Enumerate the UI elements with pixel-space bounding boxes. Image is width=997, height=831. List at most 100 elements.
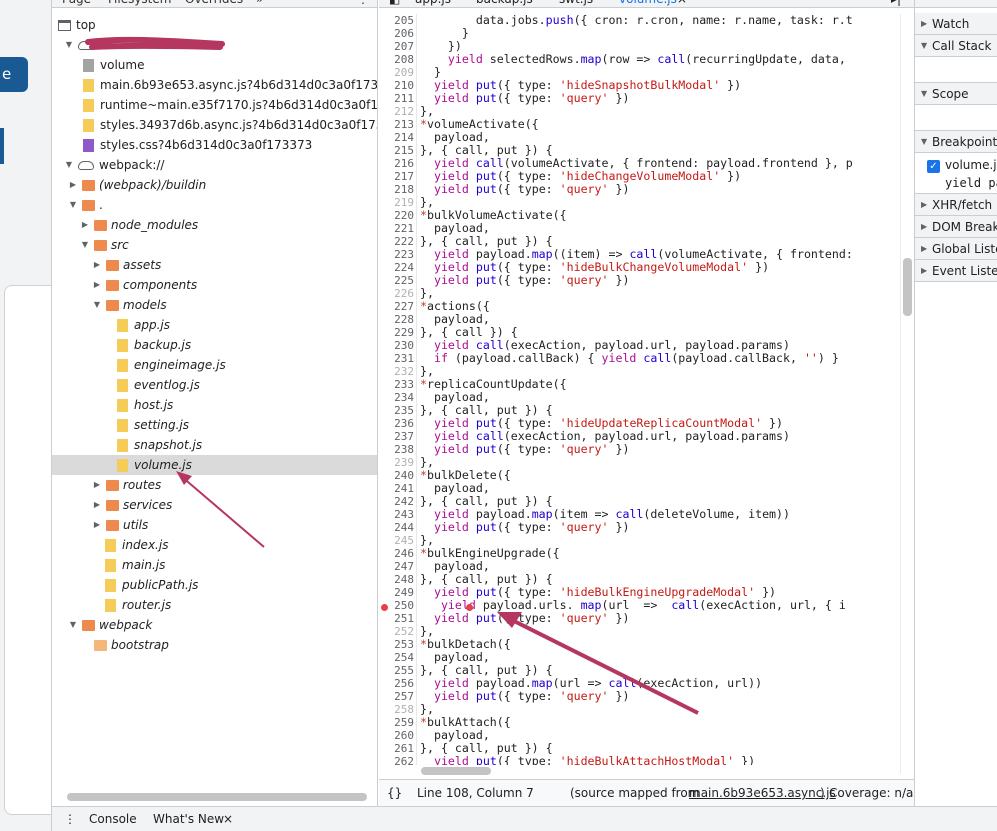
line-number[interactable]: 219 bbox=[379, 196, 414, 209]
code-line[interactable]: 244 yield put({ type: 'query' }) bbox=[379, 521, 914, 535]
tree-item[interactable]: ▶ components bbox=[52, 275, 377, 295]
tree-item[interactable]: ▼ models bbox=[52, 295, 377, 315]
section-event-listeners[interactable]: ▶Event Listen bbox=[915, 260, 997, 282]
tree-item[interactable]: router.js bbox=[52, 595, 377, 615]
line-number[interactable]: 213 bbox=[379, 118, 414, 131]
tab-filesystem[interactable]: Filesystem bbox=[108, 0, 171, 8]
line-number[interactable]: 248 bbox=[379, 573, 414, 586]
line-number[interactable]: 252 bbox=[379, 625, 414, 638]
line-number[interactable]: 257 bbox=[379, 690, 414, 703]
code-line[interactable]: 257 yield put({ type: 'query' }) bbox=[379, 690, 914, 704]
chevron-right-icon[interactable]: ▶ bbox=[80, 215, 90, 235]
chevron-down-icon[interactable]: ▼ bbox=[68, 195, 78, 215]
tree-item[interactable]: volume.js bbox=[52, 455, 377, 475]
line-number[interactable]: 251 bbox=[379, 612, 414, 625]
tree-item[interactable]: publicPath.js bbox=[52, 575, 377, 595]
line-number[interactable]: 234 bbox=[379, 391, 414, 404]
line-number[interactable]: 240 bbox=[379, 469, 414, 482]
line-number[interactable]: 244 bbox=[379, 521, 414, 534]
page-button[interactable]: e bbox=[0, 57, 28, 92]
line-number[interactable]: 217 bbox=[379, 170, 414, 183]
line-number[interactable]: 245 bbox=[379, 534, 414, 547]
code-line[interactable]: 251 yield put({ type: 'query' }) bbox=[379, 612, 914, 626]
code-line[interactable]: 262 yield put({ type: 'hideBulkAttachHos… bbox=[379, 755, 914, 766]
line-number[interactable]: 221 bbox=[379, 222, 414, 235]
line-number[interactable]: 218 bbox=[379, 183, 414, 196]
code-line[interactable]: 231 if (payload.callBack) { yield call(p… bbox=[379, 352, 914, 366]
line-number[interactable]: 226 bbox=[379, 287, 414, 300]
tree-item[interactable]: engineimage.js bbox=[52, 355, 377, 375]
chevron-right-icon[interactable]: ▶ bbox=[92, 475, 102, 495]
tree-item[interactable]: styles.34937d6b.async.js?4b6d314d0c3a0f1… bbox=[52, 115, 377, 135]
line-number[interactable]: 208 bbox=[379, 53, 414, 66]
line-number[interactable]: 222 bbox=[379, 235, 414, 248]
source-map-link[interactable]: main.6b93e653.async.js bbox=[689, 780, 836, 806]
tree-item[interactable]: ▶ assets bbox=[52, 255, 377, 275]
chevron-right-icon[interactable]: ▶ bbox=[92, 275, 102, 295]
tree-item[interactable]: index.js bbox=[52, 535, 377, 555]
breakpoint-checkbox[interactable]: ✓ bbox=[927, 160, 940, 173]
line-number[interactable]: 210 bbox=[379, 79, 414, 92]
line-number[interactable]: 215 bbox=[379, 144, 414, 157]
chevron-down-icon[interactable]: ▼ bbox=[80, 235, 90, 255]
line-number[interactable]: 262 bbox=[379, 755, 414, 765]
chevron-right-icon[interactable]: ▶ bbox=[92, 495, 102, 515]
line-number[interactable]: 261 bbox=[379, 742, 414, 755]
tree-item[interactable]: host.js bbox=[52, 395, 377, 415]
tree-item[interactable]: ▼ webpack bbox=[52, 615, 377, 635]
breakpoint-marker-icon[interactable] bbox=[381, 604, 388, 611]
line-number[interactable]: 207 bbox=[379, 40, 414, 53]
tree-item[interactable]: backup.js bbox=[52, 335, 377, 355]
tree-item[interactable]: bootstrap bbox=[52, 635, 377, 655]
line-number[interactable]: 254 bbox=[379, 651, 414, 664]
line-number[interactable]: 225 bbox=[379, 274, 414, 287]
tab-overrides[interactable]: Overrides bbox=[185, 0, 243, 8]
line-number[interactable]: 260 bbox=[379, 729, 414, 742]
tree-item[interactable]: main.js bbox=[52, 555, 377, 575]
tree-item[interactable]: top bbox=[52, 15, 377, 35]
line-number[interactable]: 229 bbox=[379, 326, 414, 339]
tree-item[interactable]: volume bbox=[52, 55, 377, 75]
line-number[interactable]: 236 bbox=[379, 417, 414, 430]
tree-item[interactable]: ▼ src bbox=[52, 235, 377, 255]
tree-item[interactable]: ▶ routes bbox=[52, 475, 377, 495]
code-line[interactable]: 208 yield selectedRows.map(row => call(r… bbox=[379, 53, 914, 67]
line-number[interactable]: 231 bbox=[379, 352, 414, 365]
inline-breakpoint-icon[interactable] bbox=[466, 604, 473, 611]
close-tab-icon[interactable]: × bbox=[677, 0, 687, 8]
section-dom-breakpoints[interactable]: ▶DOM Breakp bbox=[915, 216, 997, 238]
navigator-menu-icon[interactable]: ⋮ bbox=[357, 0, 369, 8]
line-number[interactable]: 224 bbox=[379, 261, 414, 274]
section-breakpoints[interactable]: ▼ Breakpoints bbox=[915, 131, 997, 153]
section-global-listeners[interactable]: ▶Global Listen bbox=[915, 238, 997, 260]
line-number[interactable]: 241 bbox=[379, 482, 414, 495]
line-number[interactable]: 227 bbox=[379, 300, 414, 313]
tab-backup-js[interactable]: backup.js bbox=[476, 0, 533, 8]
tab-swt-js[interactable]: swt.js bbox=[559, 0, 593, 8]
tab-page[interactable]: Page bbox=[62, 0, 91, 8]
chevron-right-icon[interactable]: ▶ bbox=[68, 175, 78, 195]
line-number[interactable]: 230 bbox=[379, 339, 414, 352]
tree-item[interactable]: styles.css?4b6d314d0c3a0f173373 bbox=[52, 135, 377, 155]
line-number[interactable]: 220 bbox=[379, 209, 414, 222]
tree-item[interactable]: ▶ node_modules bbox=[52, 215, 377, 235]
chevron-down-icon[interactable]: ▼ bbox=[64, 155, 74, 175]
chevron-down-icon[interactable]: ▼ bbox=[68, 615, 78, 635]
tree-item[interactable]: ▼. bbox=[52, 195, 377, 215]
tree-item[interactable]: ▶ utils bbox=[52, 515, 377, 535]
line-number[interactable]: 256 bbox=[379, 677, 414, 690]
toggle-debugger-icon[interactable]: ▸| bbox=[891, 0, 901, 8]
line-number[interactable]: 239 bbox=[379, 456, 414, 469]
tab-app-js[interactable]: app.js bbox=[415, 0, 451, 8]
line-number[interactable]: 228 bbox=[379, 313, 414, 326]
tree-item[interactable]: ▶ services bbox=[52, 495, 377, 515]
chevron-right-icon[interactable]: ▶ bbox=[92, 515, 102, 535]
tab-volume-js[interactable]: volume.js bbox=[619, 0, 677, 8]
line-number[interactable]: 212 bbox=[379, 105, 414, 118]
tree-item[interactable]: ▼ lo bbox=[52, 35, 377, 55]
tree-item[interactable]: app.js bbox=[52, 315, 377, 335]
tab-console[interactable]: Console bbox=[89, 807, 137, 831]
code-line[interactable]: 238 yield put({ type: 'query' }) bbox=[379, 443, 914, 457]
line-number[interactable]: 259 bbox=[379, 716, 414, 729]
code-line[interactable]: 218 yield put({ type: 'query' }) bbox=[379, 183, 914, 197]
